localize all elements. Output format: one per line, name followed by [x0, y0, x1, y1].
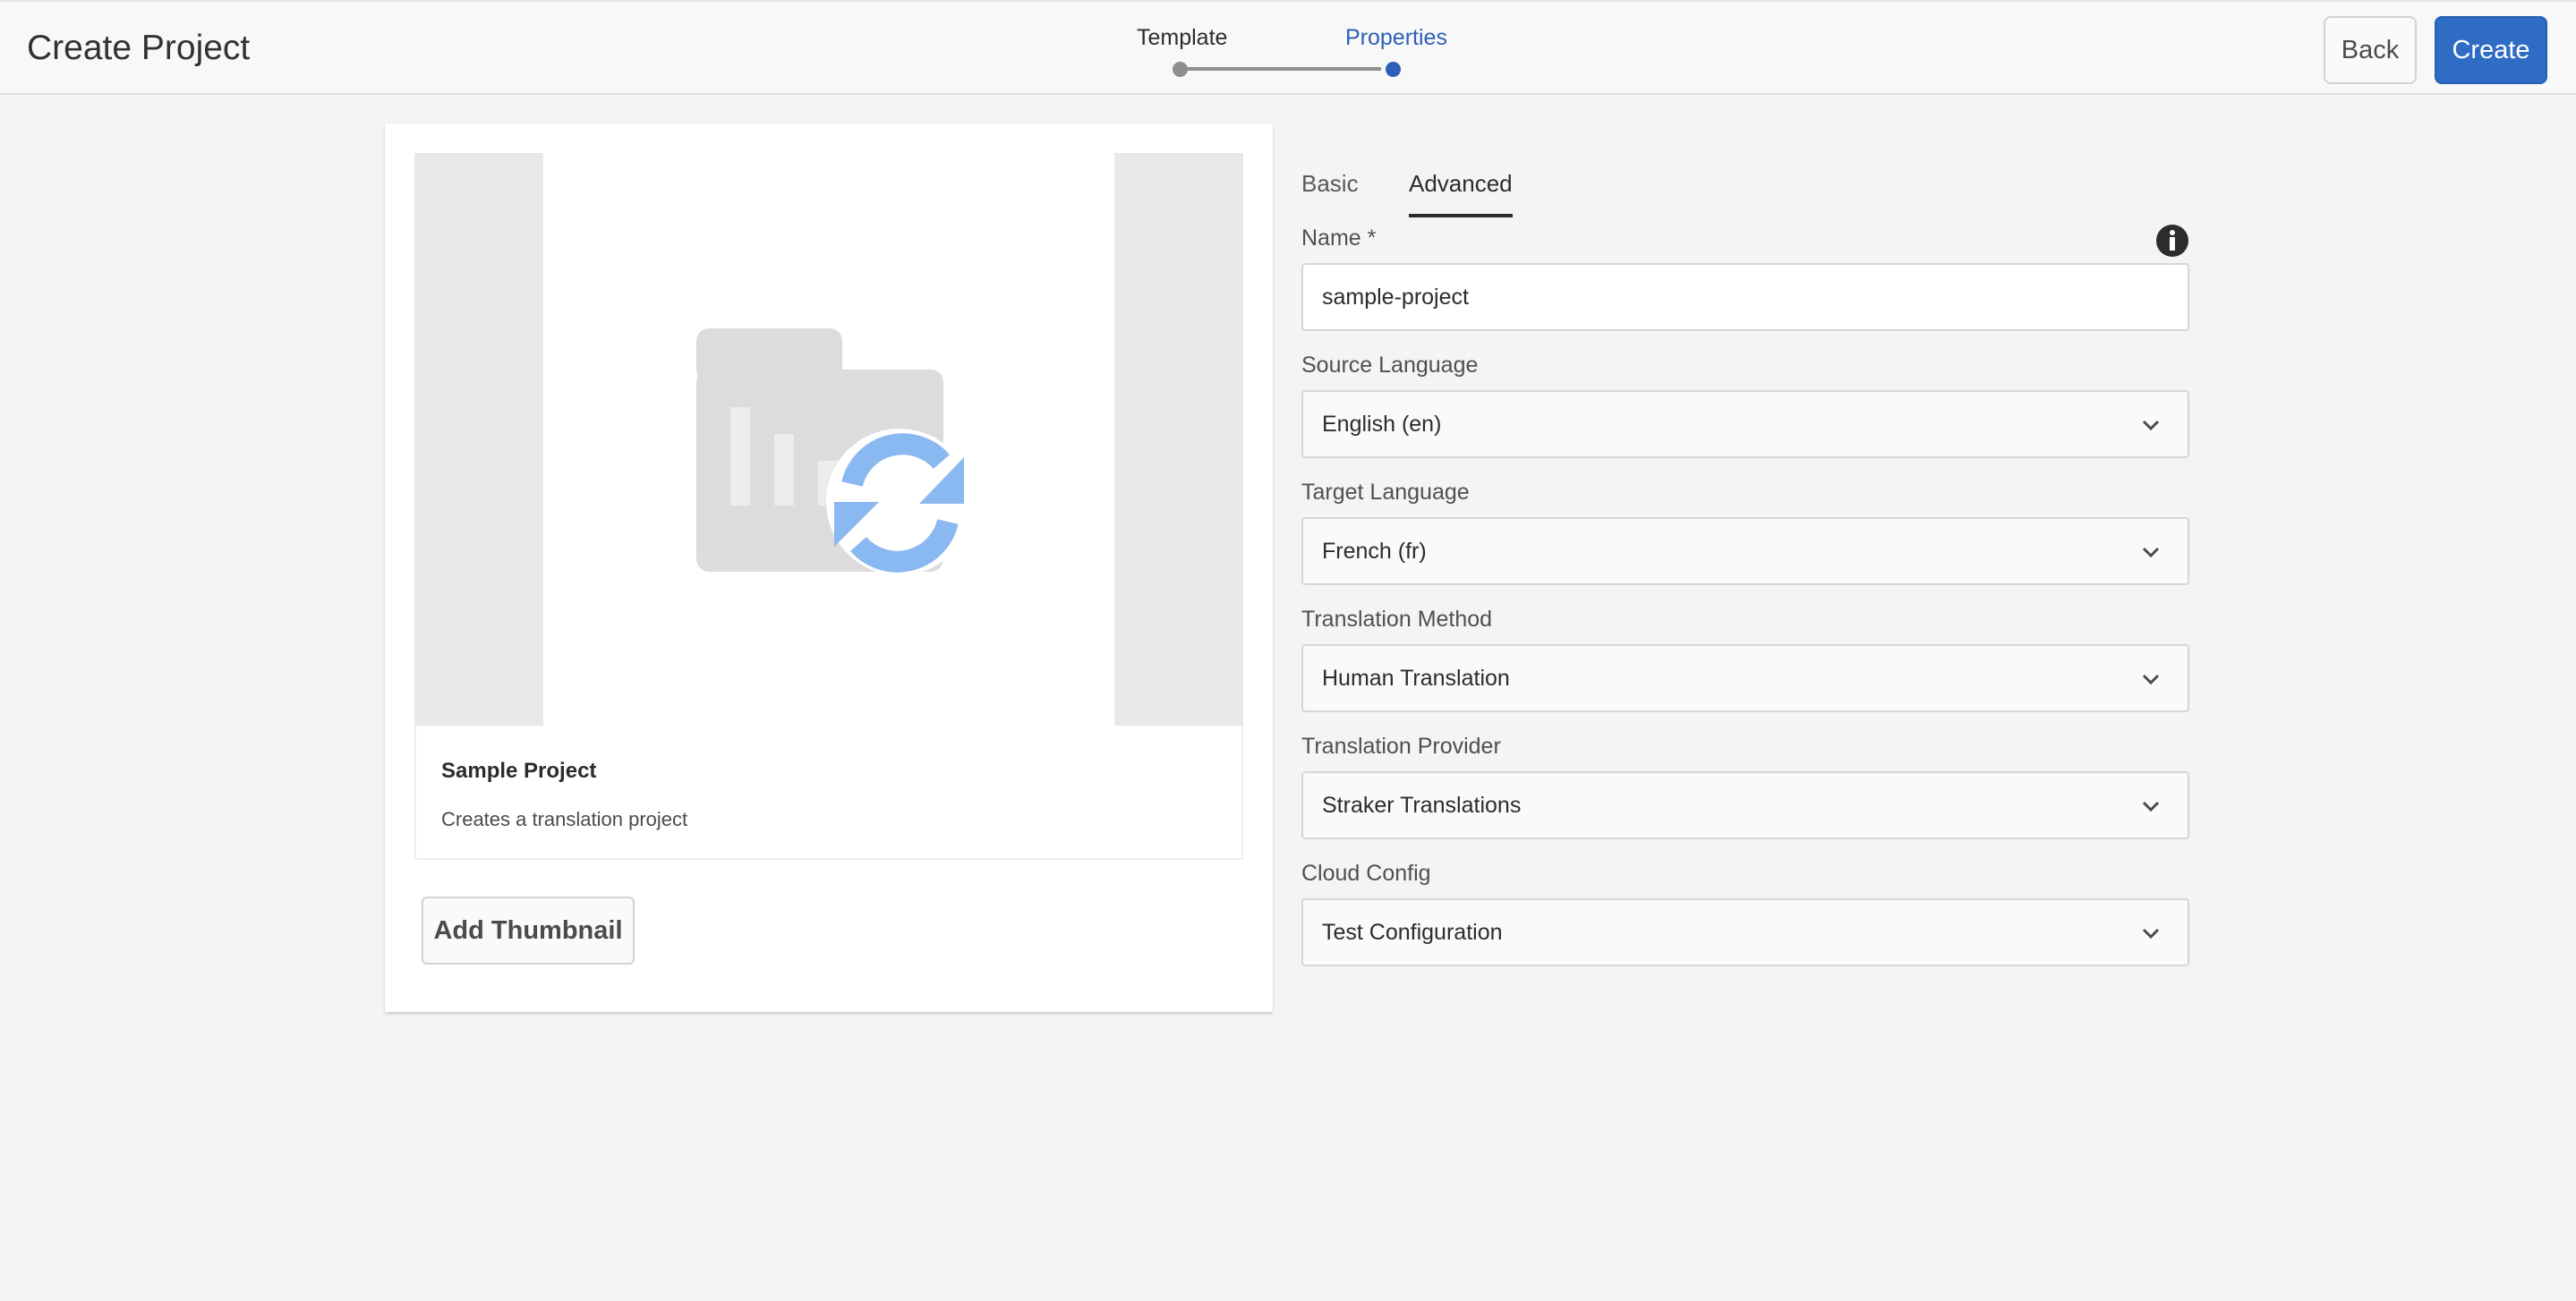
- translation-provider-value: Straker Translations: [1322, 792, 1522, 818]
- step-connector: [1180, 67, 1381, 71]
- translation-method-value: Human Translation: [1322, 665, 1510, 691]
- thumbnail-area: [414, 153, 1243, 726]
- translation-folder-icon: [696, 328, 973, 575]
- name-field[interactable]: sample-project: [1301, 263, 2189, 331]
- cloud-config-value: Test Configuration: [1322, 919, 1503, 945]
- step-template-label[interactable]: Template: [1137, 25, 1227, 51]
- source-language-value: English (en): [1322, 411, 1442, 437]
- chevron-down-icon: [2142, 420, 2160, 431]
- chevron-down-icon: [2142, 801, 2160, 812]
- cloud-config-label: Cloud Config: [1301, 861, 1431, 886]
- template-description: Creates a translation project: [441, 808, 688, 830]
- chevron-down-icon: [2142, 928, 2160, 940]
- source-language-select[interactable]: English (en): [1301, 390, 2189, 458]
- target-language-select[interactable]: French (fr): [1301, 517, 2189, 585]
- chevron-down-icon: [2142, 547, 2160, 558]
- translation-provider-label: Translation Provider: [1301, 734, 1501, 759]
- back-button[interactable]: Back: [2324, 16, 2417, 84]
- name-label: Name *: [1301, 225, 1377, 251]
- target-language-label: Target Language: [1301, 480, 1470, 505]
- step-properties-dot[interactable]: [1386, 62, 1401, 77]
- create-button[interactable]: Create: [2435, 16, 2547, 84]
- translation-provider-select[interactable]: Straker Translations: [1301, 771, 2189, 839]
- add-thumbnail-button[interactable]: Add Thumbnail: [422, 897, 635, 965]
- cloud-config-select[interactable]: Test Configuration: [1301, 898, 2189, 966]
- tab-basic[interactable]: Basic: [1301, 170, 1359, 214]
- thumbnail-image: [543, 153, 1114, 726]
- template-title: Sample Project: [441, 759, 597, 783]
- app-header: Create Project Template Properties Back …: [0, 0, 2576, 95]
- step-template-dot[interactable]: [1173, 62, 1188, 77]
- tab-advanced[interactable]: Advanced: [1409, 170, 1513, 217]
- translation-method-select[interactable]: Human Translation: [1301, 644, 2189, 712]
- target-language-value: French (fr): [1322, 538, 1427, 564]
- template-card-info: Sample Project Creates a translation pro…: [414, 726, 1243, 860]
- step-properties-label[interactable]: Properties: [1345, 25, 1447, 51]
- page-title: Create Project: [27, 29, 251, 67]
- info-icon[interactable]: [2155, 224, 2189, 258]
- source-language-label: Source Language: [1301, 353, 1479, 378]
- translation-method-label: Translation Method: [1301, 607, 1493, 632]
- chevron-down-icon: [2142, 674, 2160, 685]
- template-card-panel: Sample Project Creates a translation pro…: [385, 123, 1273, 1012]
- wizard-stepper: Template Properties: [1110, 21, 1468, 84]
